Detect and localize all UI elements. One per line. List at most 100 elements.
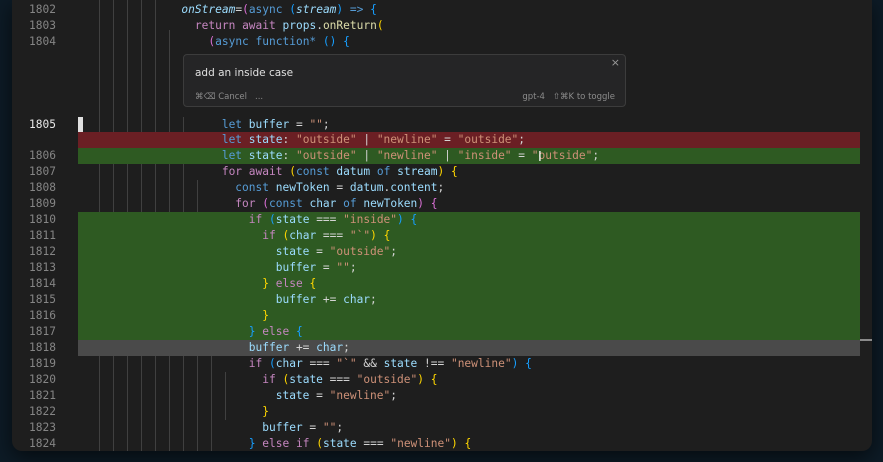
code-line[interactable]: 1818 buffer += char; (12, 340, 872, 356)
code-token: && (356, 357, 384, 370)
line-code: let buffer = ""; (141, 117, 330, 133)
code-token: props (282, 19, 317, 32)
code-token: = (316, 261, 337, 274)
line-number: 1803 (29, 19, 56, 32)
code-line[interactable]: 1802 onStream=(async (stream) => { (12, 2, 872, 18)
code-line[interactable]: 1815 buffer += char; (12, 292, 872, 308)
cancel-button[interactable]: ⌘⌫ Cancel (195, 92, 247, 102)
code-line[interactable]: 1817 } else { (12, 324, 872, 340)
code-token: const (269, 197, 303, 210)
code-token: { (430, 197, 438, 210)
code-token: { (309, 277, 317, 290)
code-line[interactable]: 1822 } (12, 404, 872, 420)
code-token: ) (417, 373, 424, 386)
line-number: 1802 (29, 3, 56, 16)
close-icon[interactable]: × (611, 56, 620, 69)
code-line[interactable]: 1814 } else { (12, 276, 872, 292)
code-line[interactable]: 1803 return await props.onReturn( (12, 18, 872, 34)
prompt-input[interactable] (195, 65, 595, 81)
more-options-button[interactable]: ... (255, 92, 263, 102)
code-token: . (316, 19, 323, 32)
inline-ai-prompt: × ⌘⌫ Cancel ... gpt-4 ⇧⌘K to toggle (183, 54, 626, 107)
line-number: 1814 (29, 277, 56, 290)
code-line[interactable]: 1806 let state: "outside" | "newline" | … (12, 148, 872, 164)
code-token: let (221, 149, 243, 162)
code-token: ( (242, 3, 249, 16)
line-code: return await props.onReturn( (141, 18, 384, 34)
code-token: === (316, 229, 350, 242)
code-line[interactable]: 1819 if (char === "`" && state !== "newl… (12, 356, 872, 372)
code-line[interactable]: let state: "outside" | "newline" = "outs… (12, 132, 872, 148)
line-number: 1813 (29, 261, 56, 274)
code-token: async (215, 35, 249, 48)
model-selector[interactable]: gpt-4 (522, 92, 545, 102)
code-line[interactable]: 1813 buffer = ""; (12, 260, 872, 276)
code-editor[interactable]: 1802 onStream=(async (stream) => {1803 r… (12, 0, 872, 451)
line-code: if (state === "outside") { (141, 372, 437, 388)
code-token: { (410, 213, 418, 226)
code-token: if (262, 373, 276, 386)
line-code: buffer = ""; (141, 420, 343, 436)
code-token: let (221, 133, 243, 146)
code-token: of (343, 197, 357, 210)
line-code: } else { (141, 276, 316, 292)
line-code: (async function* () { (141, 34, 350, 50)
code-token: for (221, 165, 243, 178)
code-token: const (235, 181, 269, 194)
code-token: buffer (275, 261, 317, 274)
code-token: if (262, 229, 276, 242)
code-line[interactable]: 1816 } (12, 308, 872, 324)
code-token: stream (296, 3, 337, 16)
code-token: : (282, 149, 296, 162)
line-code: if (state === "inside") { (141, 212, 418, 228)
code-line[interactable]: 1807 for await (const datum of stream) { (12, 164, 872, 180)
code-line[interactable]: 1811 if (char === "`") { (12, 228, 872, 244)
code-token: if (248, 357, 263, 370)
code-line[interactable]: 1810 if (state === "inside") { (12, 212, 872, 228)
code-token: ; (390, 245, 397, 258)
code-token: state (248, 149, 283, 162)
code-line[interactable]: 1820 if (state === "outside") { (12, 372, 872, 388)
code-line[interactable]: 1805 let buffer = ""; (12, 117, 872, 133)
code-token: ( (262, 197, 270, 210)
code-token: state (275, 245, 310, 258)
code-line[interactable]: 1809 for (const char of newToken) { (12, 196, 872, 212)
code-token: function* (255, 35, 317, 48)
code-token: ( (289, 3, 296, 16)
code-token: !== (417, 357, 451, 370)
code-token: ; (518, 133, 526, 146)
code-line[interactable]: 1804 (async function* () { (12, 34, 872, 50)
line-code: buffer += char; (141, 292, 377, 308)
code-token: = (289, 118, 310, 131)
line-number: 1807 (29, 165, 56, 178)
line-code: } (141, 404, 269, 420)
scrollbar-marker[interactable] (860, 339, 872, 341)
code-token: } (248, 437, 256, 450)
code-token: === (356, 437, 391, 450)
code-line[interactable]: 1821 state = "newline"; (12, 388, 872, 404)
code-line[interactable]: 1824 } else if (state === "newline") { (12, 436, 872, 451)
code-token: state (275, 213, 310, 226)
code-token: = (437, 133, 458, 146)
line-number: 1810 (29, 213, 56, 226)
line-number: 1816 (29, 309, 56, 322)
code-token: state (275, 389, 310, 402)
code-token: char (289, 229, 317, 242)
code-token: "outside" (295, 133, 357, 146)
code-line[interactable]: 1808 const newToken = datum.content; (12, 180, 872, 196)
code-line[interactable]: 1812 state = "outside"; (12, 244, 872, 260)
code-line[interactable]: 1823 buffer = ""; (12, 420, 872, 436)
